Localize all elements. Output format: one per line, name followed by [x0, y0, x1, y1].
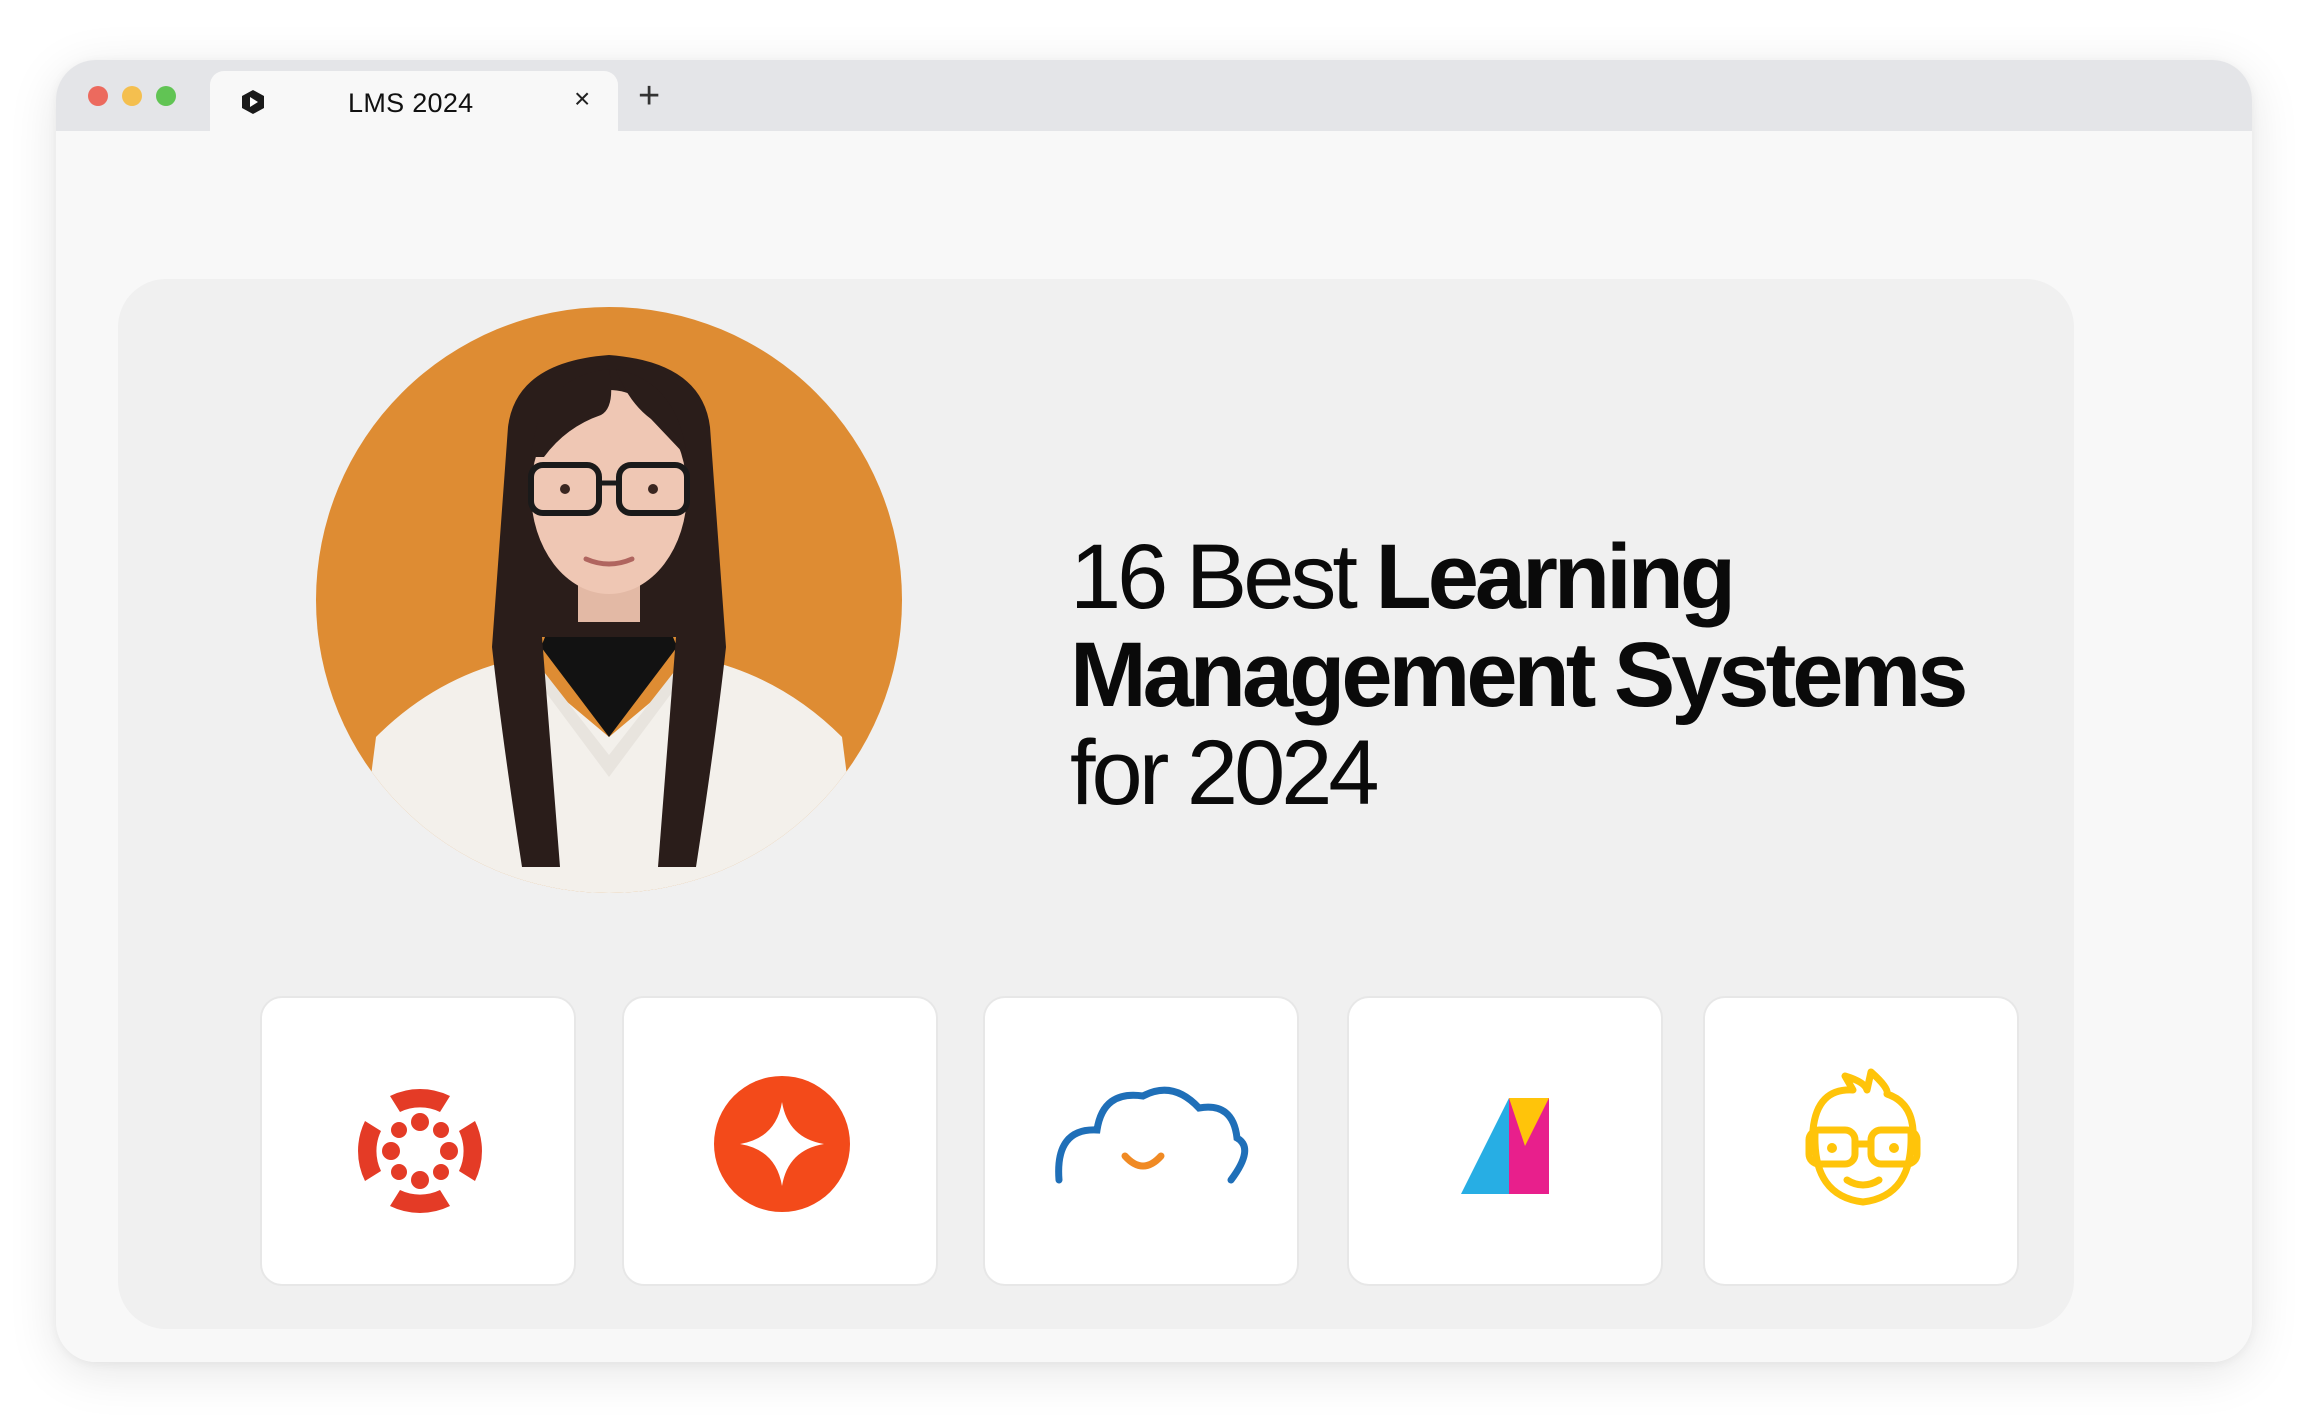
- page-title: 16 Best Learning Management Systems for …: [1070, 526, 1968, 824]
- nerd-face-logo-icon: [1805, 1068, 1921, 1206]
- title-line3-light: for 2024: [1070, 722, 1380, 824]
- cloud-smile-logo-icon: [1055, 1086, 1249, 1184]
- browser-tab[interactable]: LMS 2024 ×: [210, 71, 618, 131]
- title-line1-light: 16 Best: [1070, 526, 1376, 628]
- title-line1-bold: Learning: [1375, 526, 1736, 628]
- presenter-avatar: [316, 307, 902, 893]
- lms-logo-tile-sparkle[interactable]: [622, 996, 938, 1286]
- maximize-window-button[interactable]: [156, 86, 176, 106]
- tab-title: LMS 2024: [348, 88, 474, 118]
- sparkle-circle-logo-icon: [714, 1076, 850, 1212]
- tab-close-button[interactable]: ×: [574, 85, 590, 113]
- new-tab-button[interactable]: +: [638, 77, 660, 115]
- lms-logo-tile-canvas[interactable]: [260, 996, 576, 1286]
- play-hexagon-icon: [242, 90, 264, 114]
- lms-logo-tile-a-mark[interactable]: [1347, 996, 1663, 1286]
- canvas-logo-icon: [358, 1089, 482, 1213]
- close-window-button[interactable]: [88, 86, 108, 106]
- lms-logo-tile-nerd[interactable]: [1703, 996, 2019, 1286]
- browser-titlebar: LMS 2024 × +: [56, 60, 2252, 131]
- lms-logo-tile-cloud[interactable]: [983, 996, 1299, 1286]
- minimize-window-button[interactable]: [122, 86, 142, 106]
- title-line2-bold: Management Systems: [1070, 624, 1968, 726]
- a-mark-logo-icon: [1461, 1098, 1549, 1194]
